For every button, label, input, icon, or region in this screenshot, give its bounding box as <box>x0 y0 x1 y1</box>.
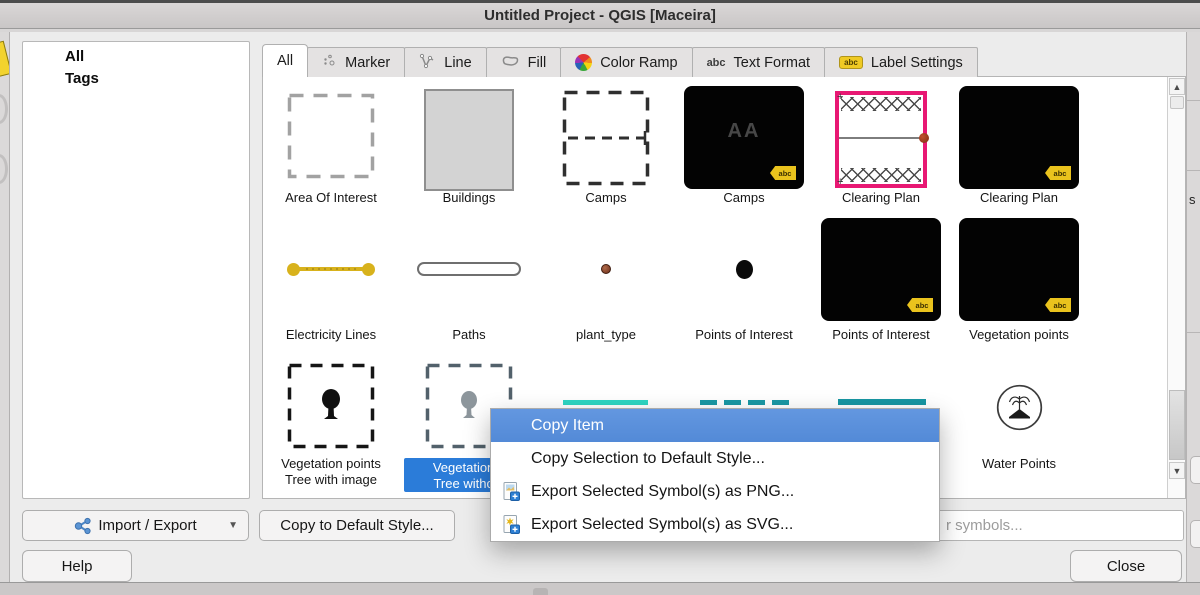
tab-fill[interactable]: Fill <box>486 47 562 77</box>
type-tab-bar: All Marker Line Fill <box>262 44 978 77</box>
scrollbar-thumb[interactable] <box>1170 96 1184 109</box>
symbol-label: Vegetation points <box>950 327 1088 342</box>
vertex-marker <box>919 133 929 143</box>
tab-color-ramp[interactable]: Color Ramp <box>560 47 692 77</box>
abc-badge-icon: abc <box>1045 298 1071 312</box>
color-ramp-icon <box>575 54 592 71</box>
scroll-down-button[interactable]: ▼ <box>1169 462 1185 479</box>
symbol-hidden-teal-dash[interactable] <box>748 400 765 405</box>
share-icon <box>74 517 92 535</box>
symbol-label: Water Points <box>950 456 1088 471</box>
symbol-label: Electricity Lines <box>262 327 400 342</box>
symbol-label: Points of Interest <box>812 327 950 342</box>
help-button[interactable]: Help <box>22 550 132 582</box>
tile-sample-text: AA <box>684 120 804 143</box>
chevron-down-icon: ▼ <box>228 520 238 531</box>
menu-item-export-png[interactable]: Export Selected Symbol(s) as PNG... <box>491 475 939 508</box>
symbol-buildings[interactable] <box>424 89 514 191</box>
text-format-icon: abc <box>707 57 726 69</box>
symbol-hidden-teal-dash[interactable] <box>724 400 741 405</box>
symbol-paths[interactable] <box>417 262 521 276</box>
label-settings-icon: abc <box>839 56 863 69</box>
background-statusbar-sliver <box>0 582 1200 595</box>
background-toolbar-sliver <box>0 32 10 582</box>
symbol-points-of-interest[interactable] <box>736 260 753 279</box>
symbol-camps-label[interactable]: AA abc <box>684 86 804 189</box>
title-bar[interactable]: Untitled Project - QGIS [Maceira] <box>0 0 1200 29</box>
tags-panel[interactable]: All Tags <box>22 41 250 499</box>
symbol-label: Paths <box>400 327 538 342</box>
symbol-water-points[interactable] <box>996 384 1043 431</box>
scroll-up-button[interactable]: ▲ <box>1169 78 1185 95</box>
symbol-label: Area Of Interest <box>262 190 400 205</box>
menu-item-export-svg[interactable]: Export Selected Symbol(s) as SVG... <box>491 508 939 541</box>
symbol-hidden-teal[interactable] <box>563 400 648 405</box>
copy-to-default-style-button[interactable]: Copy to Default Style... <box>259 510 455 541</box>
symbol-plant-type[interactable] <box>601 264 611 274</box>
symbol-label: Points of Interest <box>675 327 813 342</box>
line-icon <box>419 53 436 73</box>
window-title: Untitled Project - QGIS [Maceira] <box>484 7 716 24</box>
symbol-label: Clearing Plan <box>950 190 1088 205</box>
abc-badge-icon: abc <box>1045 166 1071 180</box>
symbol-label: Clearing Plan <box>812 190 950 205</box>
panel-edge-text: s <box>1189 192 1196 207</box>
abc-badge-icon: abc <box>907 298 933 312</box>
symbol-label: Camps <box>675 190 813 205</box>
symbol-label: Tree with image <box>262 472 400 487</box>
context-menu: Copy Item Copy Selection to Default Styl… <box>490 408 940 542</box>
symbol-clearing-plan[interactable]: + + <box>835 91 927 188</box>
symbol-label: Buildings <box>400 190 538 205</box>
symbol-label: Camps <box>537 190 675 205</box>
menu-item-copy-selection-default[interactable]: Copy Selection to Default Style... <box>491 442 939 475</box>
symbol-clearing-plan-label[interactable]: abc <box>959 86 1079 189</box>
tab-text-format[interactable]: abc Text Format <box>692 47 826 77</box>
tag-item-all[interactable]: All <box>65 48 84 65</box>
import-export-button[interactable]: Import / Export ▼ <box>22 510 249 541</box>
svg-file-icon <box>500 514 521 540</box>
background-panel-sliver: s <box>1186 32 1200 582</box>
tab-all[interactable]: All <box>262 44 308 77</box>
menu-item-copy-item[interactable]: Copy Item <box>491 409 939 442</box>
marker-icon <box>322 53 337 72</box>
symbol-label: Vegetation points <box>262 456 400 471</box>
tag-group-tags[interactable]: Tags <box>65 70 99 87</box>
symbol-vegetation-tree-image[interactable] <box>287 363 375 449</box>
symbol-camps-outline[interactable] <box>562 90 650 186</box>
style-manager-dialog: All Tags All Marker Line <box>10 32 1186 582</box>
fill-icon <box>501 54 520 72</box>
symbol-vegetation-points-label[interactable]: abc <box>959 218 1079 321</box>
scrollbar-thumb-lower[interactable] <box>1169 390 1185 460</box>
symbol-points-of-interest-label[interactable]: abc <box>821 218 941 321</box>
toolbar-icon <box>0 94 8 124</box>
tab-line[interactable]: Line <box>404 47 486 77</box>
symbol-label: plant_type <box>537 327 675 342</box>
qgis-style-manager-window: Untitled Project - QGIS [Maceira] s All … <box>0 0 1200 595</box>
style-manager-icon <box>0 41 10 78</box>
abc-badge-icon: abc <box>770 166 796 180</box>
toolbar-icon <box>0 154 8 184</box>
symbol-hidden-teal-dash[interactable] <box>772 400 789 405</box>
tab-marker[interactable]: Marker <box>307 47 405 77</box>
symbol-area-of-interest[interactable] <box>287 93 375 179</box>
vertical-scrollbar[interactable]: ▲ ▼ <box>1167 77 1185 498</box>
close-button[interactable]: Close <box>1070 550 1182 582</box>
symbol-hidden-teal-dash[interactable] <box>700 400 717 405</box>
filter-symbols-input[interactable] <box>936 510 1184 541</box>
tab-label-settings[interactable]: abc Label Settings <box>824 47 978 77</box>
png-file-icon <box>500 481 521 507</box>
symbol-hidden-teal[interactable] <box>838 399 926 405</box>
